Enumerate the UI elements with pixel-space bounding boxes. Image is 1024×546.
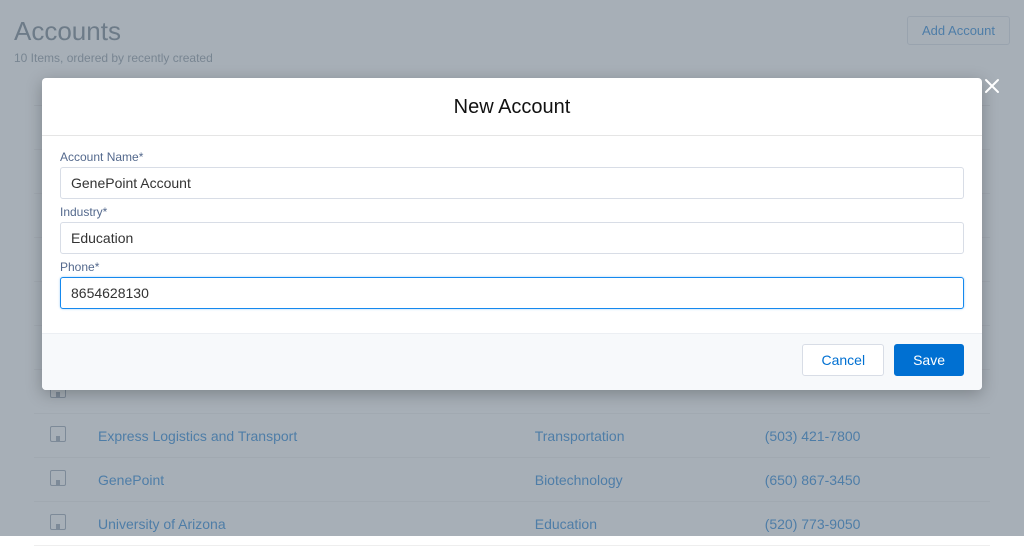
account-name-label: Account Name*: [60, 150, 964, 164]
save-button[interactable]: Save: [894, 344, 964, 376]
modal-footer: Cancel Save: [42, 333, 982, 390]
industry-label: Industry*: [60, 205, 964, 219]
account-name-input[interactable]: [60, 167, 964, 199]
modal-title: New Account: [62, 96, 962, 119]
modal-header: New Account: [42, 78, 982, 136]
modal-overlay: New Account Account Name* Industry* Phon…: [0, 0, 1024, 536]
modal-body: Account Name* Industry* Phone*: [42, 136, 982, 333]
phone-input[interactable]: [60, 277, 964, 309]
phone-label: Phone*: [60, 260, 964, 274]
close-icon[interactable]: [978, 70, 1006, 104]
new-account-modal: New Account Account Name* Industry* Phon…: [42, 78, 982, 390]
cancel-button[interactable]: Cancel: [802, 344, 884, 376]
industry-input[interactable]: [60, 222, 964, 254]
